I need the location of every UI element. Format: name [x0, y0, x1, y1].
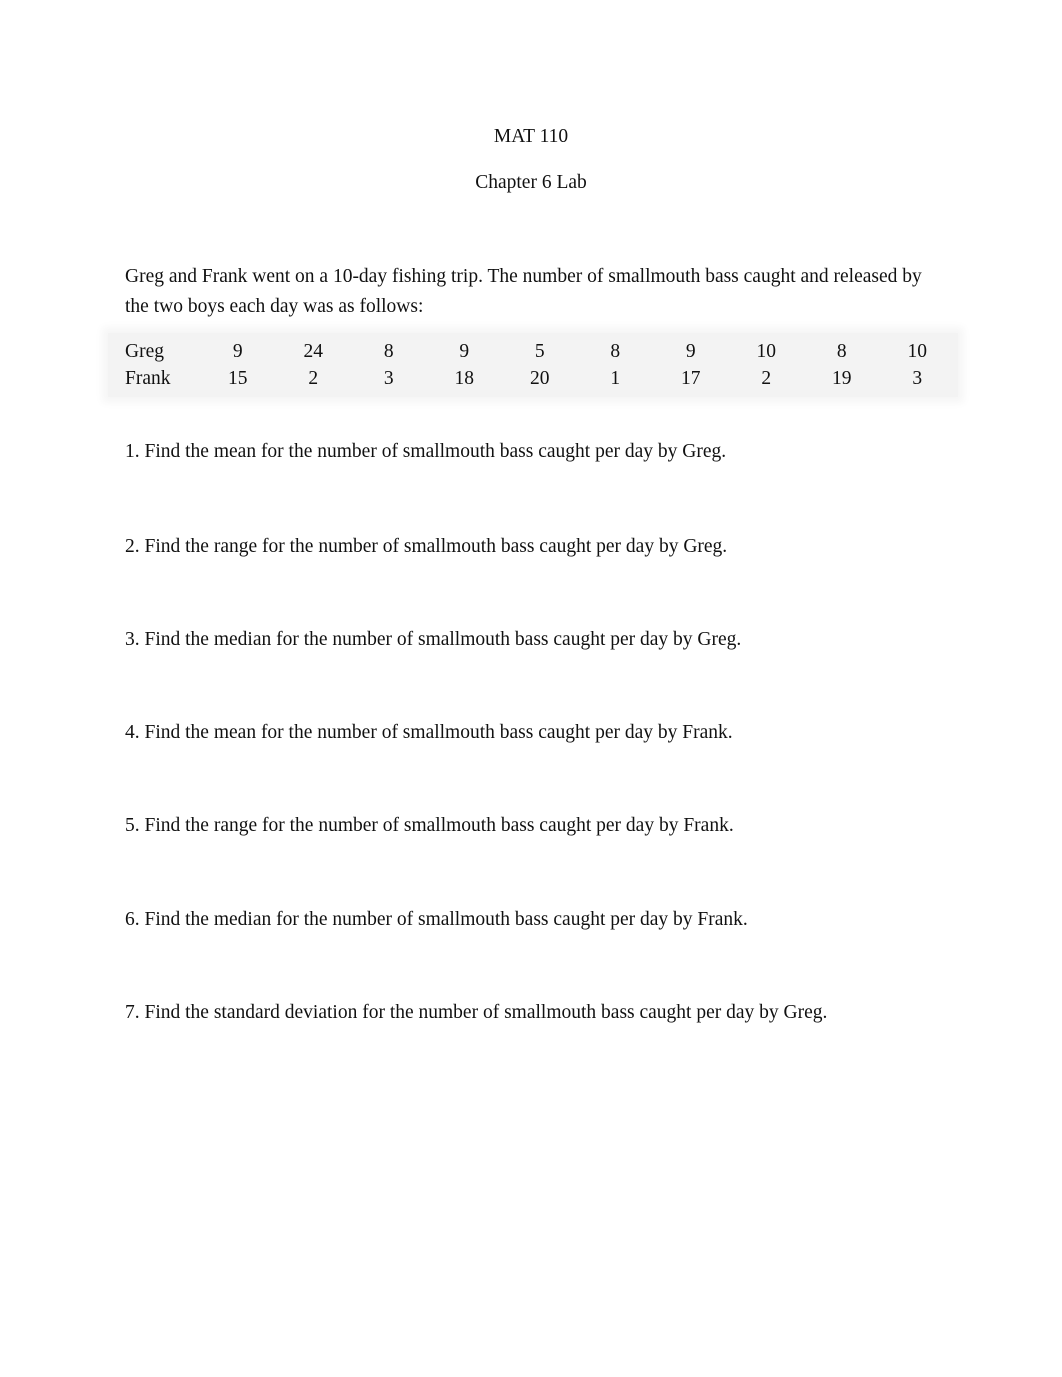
row-label: Greg: [125, 341, 164, 362]
table-cell: 18: [454, 368, 475, 389]
document-subtitle: Chapter 6 Lab: [475, 172, 587, 193]
question-item: 7. Find the standard deviation for the n…: [125, 1002, 828, 1023]
table-cell: 3: [383, 368, 394, 389]
document-title: MAT 110: [493, 126, 569, 147]
row-label: Frank: [125, 368, 171, 389]
data-table-container: Greg 9 24 8 9 5 8 9 10 8 10 Frank 15 2 3 18 20 1 17 2 19 3: [108, 333, 958, 397]
intro-paragraph: Greg and Frank went on a 10-day fishing …: [125, 266, 922, 317]
table-cell: 19: [832, 368, 852, 389]
table-cell: 9: [232, 341, 243, 362]
table-cell: 2: [761, 368, 772, 389]
table-cell: 8: [610, 341, 621, 362]
table-cell: 8: [383, 341, 394, 362]
table-cell: 8: [836, 341, 847, 362]
table-cell: 1: [610, 368, 621, 389]
table-row: Frank 15 2 3 18 20 1 17 2 19 3: [125, 365, 955, 392]
question-item: 2. Find the range for the number of smal…: [125, 536, 728, 557]
question-item: 4. Find the mean for the number of small…: [125, 722, 733, 743]
question-item: 5. Find the range for the number of smal…: [125, 815, 734, 836]
table-cell: 9: [459, 341, 470, 362]
table-cell: 10: [756, 341, 777, 362]
table-row: Greg 9 24 8 9 5 8 9 10 8 10: [125, 338, 955, 365]
table-cell: 10: [907, 341, 928, 362]
table-cell: 9: [685, 341, 696, 362]
table-cell: 2: [308, 368, 319, 389]
fishing-data-table: Greg 9 24 8 9 5 8 9 10 8 10 Frank 15 2 3 18 20 1 17 2 19 3: [125, 338, 955, 392]
table-cell: 15: [228, 368, 248, 389]
table-cell: 24: [303, 341, 324, 362]
table-cell: 3: [912, 368, 923, 389]
table-cell: 17: [681, 368, 701, 389]
table-cell: 5: [534, 341, 545, 362]
table-cell: 20: [530, 368, 550, 389]
question-item: 6. Find the median for the number of sma…: [125, 909, 748, 930]
question-item: 1. Find the mean for the number of small…: [125, 441, 727, 462]
question-item: 3. Find the median for the number of sma…: [125, 629, 742, 650]
